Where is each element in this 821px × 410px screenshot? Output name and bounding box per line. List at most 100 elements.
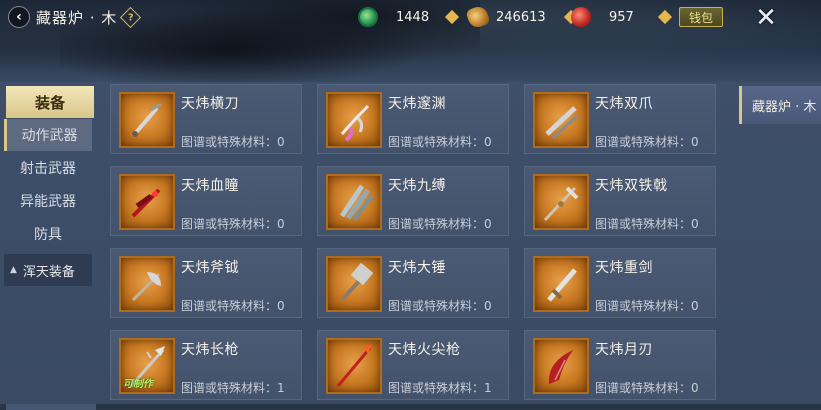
weapon-card[interactable]: 天炜九缚图谱或特殊材料：0 — [317, 166, 509, 236]
wallet-button[interactable]: 钱包 — [679, 7, 723, 27]
weapon-thumbnail — [119, 174, 175, 230]
tab-equipment[interactable]: 装备 — [6, 86, 94, 118]
weapon-name: 天炜大锤 — [388, 260, 446, 276]
help-icon[interactable]: ? — [120, 6, 142, 28]
material-value: 0 — [277, 217, 285, 231]
material-label: 图谱或特殊材料： — [595, 135, 692, 149]
add-jade-icon[interactable] — [445, 9, 460, 25]
crafting-panel: 装备 动作武器 射击武器 异能武器 防具 ▲ 浑天装备 天炜横刀图谱或特殊材料：… — [0, 82, 821, 410]
sidebar-item-action-weapons[interactable]: 动作武器 — [4, 119, 92, 151]
material-count: 图谱或特殊材料：0 — [388, 215, 492, 232]
weapon-name: 天炜长枪 — [181, 342, 239, 358]
material-count: 图谱或特殊材料：0 — [595, 133, 699, 150]
material-count: 图谱或特殊材料：0 — [595, 379, 699, 396]
material-value: 0 — [691, 299, 699, 313]
material-label: 图谱或特殊材料： — [388, 299, 485, 313]
material-label: 图谱或特殊材料： — [181, 135, 278, 149]
currency-red: 957 — [571, 6, 672, 28]
weapon-name: 天炜斧钺 — [181, 260, 239, 276]
blade-icon — [131, 102, 162, 138]
material-value: 0 — [484, 299, 492, 313]
back-button[interactable]: ‹ 藏器炉 · 木 ? — [8, 6, 178, 28]
material-value: 0 — [277, 299, 285, 313]
back-arrow-icon[interactable]: ‹ — [8, 6, 30, 28]
weapon-name: 天炜重剑 — [595, 260, 653, 276]
currency-gold-value: 246613 — [496, 9, 546, 25]
weapon-thumbnail — [533, 256, 589, 312]
material-count: 图谱或特殊材料：0 — [388, 297, 492, 314]
weapon-card[interactable]: 天炜邃渊图谱或特殊材料：0 — [317, 84, 509, 154]
category-sidebar: 装备 动作武器 射击武器 异能武器 防具 ▲ 浑天装备 — [4, 86, 96, 286]
weapon-card[interactable]: 天炜斧钺图谱或特殊材料：0 — [110, 248, 302, 318]
material-count: 图谱或特殊材料：0 — [595, 215, 699, 232]
weapon-card[interactable]: 天炜横刀图谱或特殊材料：0 — [110, 84, 302, 154]
weapon-name: 天炜月刃 — [595, 342, 653, 358]
gold-coin-icon — [465, 4, 491, 30]
material-count: 图谱或特殊材料：0 — [595, 297, 699, 314]
sidebar-group-label: 浑天装备 — [22, 264, 75, 280]
weapon-name: 天炜横刀 — [181, 96, 239, 112]
fire-spear-icon — [336, 344, 372, 387]
weapon-thumbnail — [326, 174, 382, 230]
tab-furnace-wood[interactable]: 藏器炉 · 木 — [739, 86, 821, 124]
material-label: 图谱或特殊材料： — [181, 381, 278, 395]
currency-jade: 1448 — [358, 6, 460, 28]
weapon-card[interactable]: 天炜双爪图谱或特殊材料：0 — [524, 84, 716, 154]
sidebar-item-psionic-weapons[interactable]: 异能武器 — [4, 185, 92, 217]
bottom-tab[interactable] — [6, 404, 96, 410]
material-value: 1 — [277, 381, 285, 395]
weapon-name: 天炜九缚 — [388, 178, 446, 194]
material-count: 图谱或特殊材料：0 — [181, 215, 285, 232]
weapon-thumbnail — [326, 92, 382, 148]
material-label: 图谱或特殊材料： — [388, 381, 485, 395]
weapon-name: 天炜血瞳 — [181, 178, 239, 194]
material-label: 图谱或特殊材料： — [388, 217, 485, 231]
weapon-card[interactable]: 天炜大锤图谱或特殊材料：0 — [317, 248, 509, 318]
sidebar-item-shooting-weapons[interactable]: 射击武器 — [4, 152, 92, 184]
weapon-card[interactable]: 天炜重剑图谱或特殊材料：0 — [524, 248, 716, 318]
page-title: 藏器炉 · 木 — [36, 8, 118, 27]
moon-blade-icon — [548, 350, 573, 384]
material-value: 0 — [691, 381, 699, 395]
halberd-icon — [543, 186, 579, 222]
craftable-badge: 可制作 — [123, 379, 153, 390]
weapon-thumbnail — [533, 174, 589, 230]
material-label: 图谱或特殊材料： — [595, 381, 692, 395]
material-count: 图谱或特殊材料：0 — [181, 297, 285, 314]
add-red-icon[interactable] — [657, 9, 672, 25]
weapon-name: 天炜双铁戟 — [595, 178, 668, 194]
material-value: 0 — [484, 135, 492, 149]
claw-pink-icon — [340, 104, 370, 142]
material-value: 0 — [691, 135, 699, 149]
weapon-name: 天炜邃渊 — [388, 96, 446, 112]
weapon-card[interactable]: 天炜月刃图谱或特殊材料：0 — [524, 330, 716, 400]
close-icon[interactable]: ✕ — [752, 3, 780, 33]
fan-blade-icon — [339, 184, 374, 222]
currency-gold: 246613 — [465, 4, 578, 30]
material-label: 图谱或特殊材料： — [181, 217, 278, 231]
sidebar-item-armor[interactable]: 防具 — [4, 218, 92, 250]
weapon-card[interactable]: 天炜火尖枪 图谱或特殊材料：1 — [317, 330, 509, 400]
material-count: 图谱或特殊材料：0 — [181, 133, 285, 150]
weapon-thumbnail — [119, 256, 175, 312]
weapon-thumbnail: 可制作 — [119, 338, 175, 394]
jade-icon — [358, 7, 378, 27]
material-label: 图谱或特殊材料： — [181, 299, 278, 313]
material-value: 0 — [691, 217, 699, 231]
hammer-icon — [340, 262, 374, 302]
material-label: 图谱或特殊材料： — [595, 299, 692, 313]
weapon-card[interactable]: 可制作 天炜长枪图谱或特殊材料：1 — [110, 330, 302, 400]
twin-claw-icon — [545, 106, 579, 140]
bottom-strip — [0, 404, 821, 410]
material-label: 图谱或特殊材料： — [595, 217, 692, 231]
material-count: 图谱或特殊材料：1 — [181, 379, 285, 396]
weapon-card[interactable]: 天炜血瞳图谱或特殊材料：0 — [110, 166, 302, 236]
weapon-name: 天炜双爪 — [595, 96, 653, 112]
weapon-card[interactable]: 天炜双铁戟图谱或特殊材料：0 — [524, 166, 716, 236]
weapon-thumbnail — [533, 338, 589, 394]
sidebar-group-huntian[interactable]: ▲ 浑天装备 — [4, 254, 92, 286]
currency-red-value: 957 — [609, 9, 634, 25]
weapon-thumbnail — [326, 256, 382, 312]
material-label: 图谱或特殊材料： — [388, 135, 485, 149]
weapon-thumbnail — [326, 338, 382, 394]
